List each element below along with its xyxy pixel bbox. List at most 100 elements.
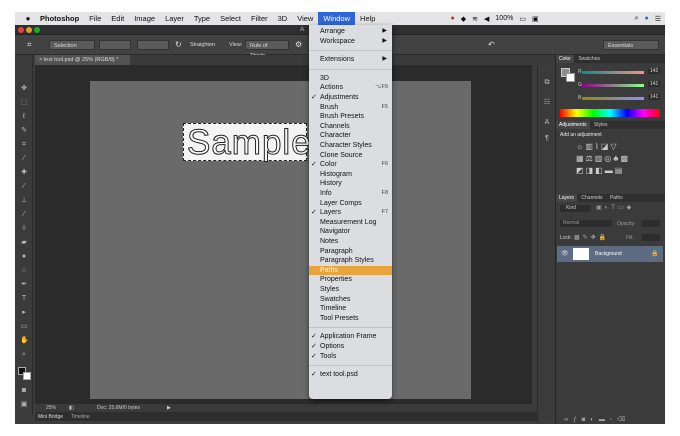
properties-panel-icon[interactable]: ☷ [543,99,551,106]
menu-file[interactable]: File [84,12,106,25]
workspace-select[interactable]: Essentials [603,40,659,50]
text-selection[interactable]: Sample [183,123,311,163]
hue-icon[interactable]: ▦ [576,154,586,163]
slider-value-b[interactable]: 141 [648,94,661,100]
tab-color[interactable]: Color [556,55,574,63]
slider-b[interactable] [582,97,644,100]
menu-window[interactable]: Window [318,12,356,25]
app-icon[interactable]: ◆ [461,15,466,23]
color-spectrum[interactable] [560,109,660,117]
window-menu-item-extensions[interactable]: Extensions ▶ [309,55,392,65]
brightness-icon[interactable]: ☼ [576,142,585,151]
quick-mask-icon[interactable]: ◙ [20,387,28,394]
posterize-icon[interactable]: ◨ [586,166,596,175]
character-panel-icon[interactable]: A [543,119,551,126]
window-menu-item-notes[interactable]: Notes [309,237,392,247]
screen-mode-icon[interactable]: ▣ [20,401,28,408]
eraser-tool-icon[interactable]: ◊ [20,225,28,232]
bw-icon[interactable]: ▨ [595,154,605,163]
tab-styles[interactable]: Styles [591,121,611,129]
view-select[interactable]: Rule of Thirds [245,40,289,59]
menu-view[interactable]: View [292,12,318,25]
menu-edit[interactable]: Edit [106,12,129,25]
window-menu-item-history[interactable]: History [309,179,392,189]
layer-kind-filter[interactable]: Kind [560,205,590,212]
levels-icon[interactable]: ▥ [585,142,595,151]
gradient-tool-icon[interactable]: ▰ [20,239,28,246]
zoom-tool-icon[interactable]: ⌕ [20,351,28,358]
reset-icon[interactable]: ↶ [488,40,495,50]
window-menu-item-application-frame[interactable]: ✓ Application Frame [309,332,392,342]
slider-value-g[interactable]: 141 [648,81,661,87]
wifi-icon[interactable]: ≋ [472,15,478,23]
exposure-icon[interactable]: ◪ [601,142,611,151]
close-button[interactable] [18,27,24,33]
width-field[interactable] [99,40,131,50]
window-menu-item-tools[interactable]: ✓ Tools [309,352,392,362]
window-menu-item-3d[interactable]: 3D [309,74,392,84]
zoom-button[interactable] [34,27,40,33]
window-menu-item-channels[interactable]: Channels [309,122,392,132]
new-layer-icon[interactable]: ▫ [610,417,617,423]
blur-tool-icon[interactable]: ● [20,253,28,260]
menu-3d[interactable]: 3D [273,12,293,25]
menu-type[interactable]: Type [189,12,215,25]
window-menu-item-swatches[interactable]: Swatches [309,295,392,305]
tab-layers[interactable]: Layers [556,194,578,202]
window-menu-item-layer-comps[interactable]: Layer Comps [309,199,392,209]
window-menu-item-timeline[interactable]: Timeline [309,304,392,314]
window-menu-item-brush-presets[interactable]: Brush Presets [309,112,392,122]
pen-tool-icon[interactable]: ✒ [20,281,28,288]
menu-photoshop[interactable]: Photoshop [35,12,84,25]
straighten-label[interactable]: Straighten [190,40,215,50]
balance-icon[interactable]: ⚖ [586,154,595,163]
menu-layer[interactable]: Layer [160,12,189,25]
opacity-field[interactable] [642,220,660,227]
lookup-icon[interactable]: ▩ [621,154,631,163]
menu-filter[interactable]: Filter [246,12,273,25]
history-brush-icon[interactable]: ⁄ [20,211,28,218]
lock-icons[interactable]: ▩✎✥🔒 [574,234,609,241]
hand-tool-icon[interactable]: ✋ [20,337,29,344]
window-menu-item-arrange[interactable]: Arrange ▶ [309,27,392,37]
tab-channels[interactable]: Channels [578,194,605,202]
tab-adjustments[interactable]: Adjustments [556,121,590,129]
document-tab[interactable]: × text tool.psd @ 25% (RGB/8) * [35,55,130,65]
history-panel-icon[interactable]: ⧉ [543,79,551,86]
layer-name[interactable]: Background [595,251,622,257]
window-menu-item-clone-source[interactable]: Clone Source [309,151,392,161]
new-adjustment-icon[interactable]: ◐ [590,417,599,423]
window-menu-item-adjustments[interactable]: ✓ Adjustments [309,93,392,103]
crop-tool-icon[interactable]: ⌗ [27,40,32,50]
document-canvas[interactable]: Sample [90,81,471,399]
blend-mode-select[interactable]: Normal [560,220,612,227]
threshold-icon[interactable]: ◧ [595,166,605,175]
window-menu-item-brush[interactable]: Brush F5 [309,103,392,113]
battery-icon[interactable]: ▭ [519,15,526,23]
window-menu-item-character-styles[interactable]: Character Styles [309,141,392,151]
tab-swatches[interactable]: Swatches [575,55,603,63]
mixer-icon[interactable]: ♣ [613,154,620,163]
status-arrow-icon[interactable]: ▶ [167,405,171,411]
shape-tool-icon[interactable]: ▭ [20,323,28,330]
window-menu-item-options[interactable]: ✓ Options [309,342,392,352]
slider-r[interactable] [582,71,644,74]
window-menu-item-histogram[interactable]: Histogram [309,170,392,180]
bg-color-preview[interactable] [566,73,575,82]
window-menu-item-paths[interactable]: Paths [309,265,392,276]
selective-color-icon[interactable]: ▤ [615,166,625,175]
lasso-tool-icon[interactable]: ℓ [20,113,28,120]
minimize-button[interactable] [26,27,32,33]
preset-select[interactable]: Selection [49,40,95,50]
visibility-eye-icon[interactable]: 👁 [561,250,569,257]
window-menu-item-character[interactable]: Character [309,131,392,141]
volume-icon[interactable]: ◀ [484,15,489,23]
path-select-tool-icon[interactable]: ▸ [20,309,28,316]
window-menu-item-text-tool-psd[interactable]: ✓ text tool.psd [309,370,392,380]
eyedropper-tool-icon[interactable]: ⁄ [20,155,28,162]
window-menu-item-tool-presets[interactable]: Tool Presets [309,314,392,324]
photo-filter-icon[interactable]: ◎ [604,154,613,163]
window-menu-item-measurement-log[interactable]: Measurement Log [309,218,392,228]
settings-gear-icon[interactable]: ⚙ [295,40,302,50]
paragraph-panel-icon[interactable]: ¶ [543,135,551,142]
